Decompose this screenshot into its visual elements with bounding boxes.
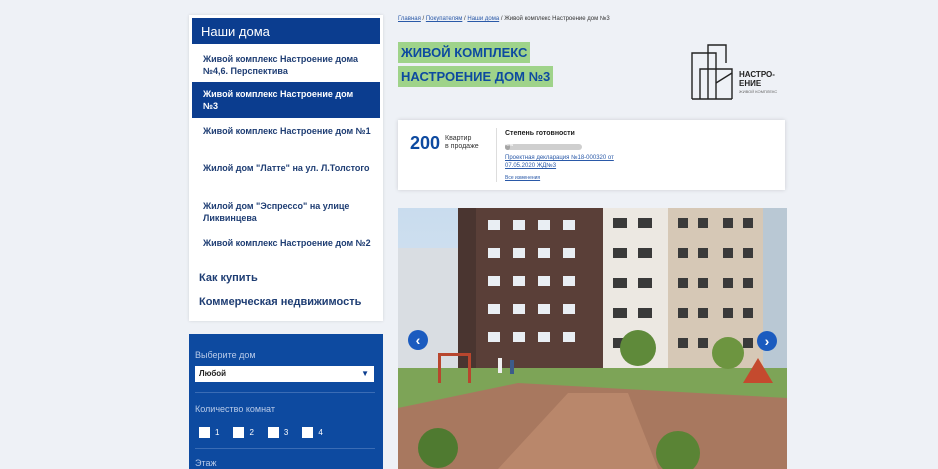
house-select-value: Любой (199, 369, 227, 378)
breadcrumb-current: Живой комплекс Настроение дом №3 (504, 16, 610, 22)
declaration-line-1: Проектная декларация №18-000320 от (505, 155, 614, 161)
sidebar-nav: Наши дома Живой комплекс Настроение дома… (189, 15, 383, 321)
sidebar-link-how-to-buy[interactable]: Как купить (189, 267, 383, 291)
rooms-option-label: 3 (283, 428, 289, 437)
filter-divider (195, 448, 375, 449)
sidebar-item-espresso[interactable]: Жилой дом "Эспрессо" на улице Ликвинцева (189, 193, 383, 230)
gallery-next-button[interactable]: › (757, 331, 777, 351)
rooms-option-label: 4 (318, 428, 323, 437)
logo-text-line-1: НАСТРО- (739, 70, 775, 79)
count-label-line-2: в продаже (445, 143, 479, 150)
checkbox-box[interactable] (199, 427, 210, 438)
rooms-checkbox-2[interactable]: 2 (233, 427, 254, 438)
count-label-line-1: Квартир (445, 135, 472, 142)
page-title-line-1: ЖИВОЙ КОМПЛЕКС (398, 42, 531, 63)
breadcrumb-buyers[interactable]: Покупателям (426, 16, 463, 22)
readiness-percent: 4% (506, 142, 514, 148)
checkbox-box[interactable] (233, 427, 245, 438)
logo-text-line-3: ЖИВОЙ КОМПЛЕКС (739, 89, 778, 94)
apartments-count: 200 (410, 133, 441, 153)
breadcrumb-our-houses[interactable]: Наши дома (467, 16, 499, 22)
checkbox-box[interactable] (302, 427, 314, 438)
rooms-checkbox-1[interactable]: 1 (199, 427, 219, 438)
declaration-line-2: 07.05.2020 ЖД№3 (505, 163, 557, 169)
all-changes-link[interactable]: Все изменения (505, 175, 540, 181)
building-rendering-image (398, 208, 787, 469)
apartments-count-label: Квартир в продаже (445, 135, 479, 151)
filter-panel: Выберите дом Любой ▼ Количество комнат 1… (189, 334, 383, 469)
rooms-checkbox-3[interactable]: 3 (267, 427, 289, 438)
readiness-progress-bar (505, 144, 582, 150)
info-card: 200 Квартир в продаже Степень готовности … (398, 120, 785, 190)
breadcrumb-home[interactable]: Главная (398, 16, 421, 22)
sidebar-item-house-3-active[interactable]: Живой комплекс Настроение дом №3 (192, 82, 380, 118)
logo-text-line-2: ЕНИЕ (739, 79, 762, 88)
sidebar-item-house-4-6[interactable]: Живой комплекс Настроение дома №4,6. Пер… (189, 44, 383, 82)
filter-divider (195, 392, 375, 393)
house-select-label: Выберите дом (195, 350, 256, 360)
rooms-checkboxes: 1 2 3 4 (199, 427, 323, 438)
sidebar-item-house-1[interactable]: Живой комплекс Настроение дом №1 (189, 118, 383, 155)
page-title-line-2: НАСТРОЕНИЕ ДОМ №3 (398, 66, 554, 87)
readiness-title: Степень готовности (505, 130, 575, 137)
declaration-link[interactable]: Проектная декларация №18-000320 от 07.05.… (505, 154, 614, 170)
rooms-checkbox-4[interactable]: 4 (302, 427, 323, 438)
sidebar-header[interactable]: Наши дома (192, 18, 380, 44)
breadcrumb: Главная / Покупателям / Наши дома / Живо… (398, 16, 610, 22)
rooms-option-label: 2 (249, 428, 254, 437)
rooms-option-label: 1 (215, 428, 220, 437)
sidebar-link-commercial[interactable]: Коммерческая недвижимость (189, 291, 383, 315)
sidebar-item-latte[interactable]: Жилой дом "Латте" на ул. Л.Толстого (189, 155, 383, 193)
house-select[interactable]: Любой ▼ (195, 366, 374, 382)
building-image-gallery[interactable] (398, 208, 787, 469)
checkbox-box[interactable] (267, 427, 279, 438)
sidebar-item-house-2[interactable]: Живой комплекс Настроение дом №2 (189, 230, 383, 267)
rooms-label: Количество комнат (195, 404, 275, 414)
dropdown-arrow-icon: ▼ (361, 369, 369, 378)
gallery-prev-button[interactable]: ‹ (408, 330, 428, 350)
info-divider (496, 128, 497, 182)
floor-label: Этаж (195, 458, 217, 468)
